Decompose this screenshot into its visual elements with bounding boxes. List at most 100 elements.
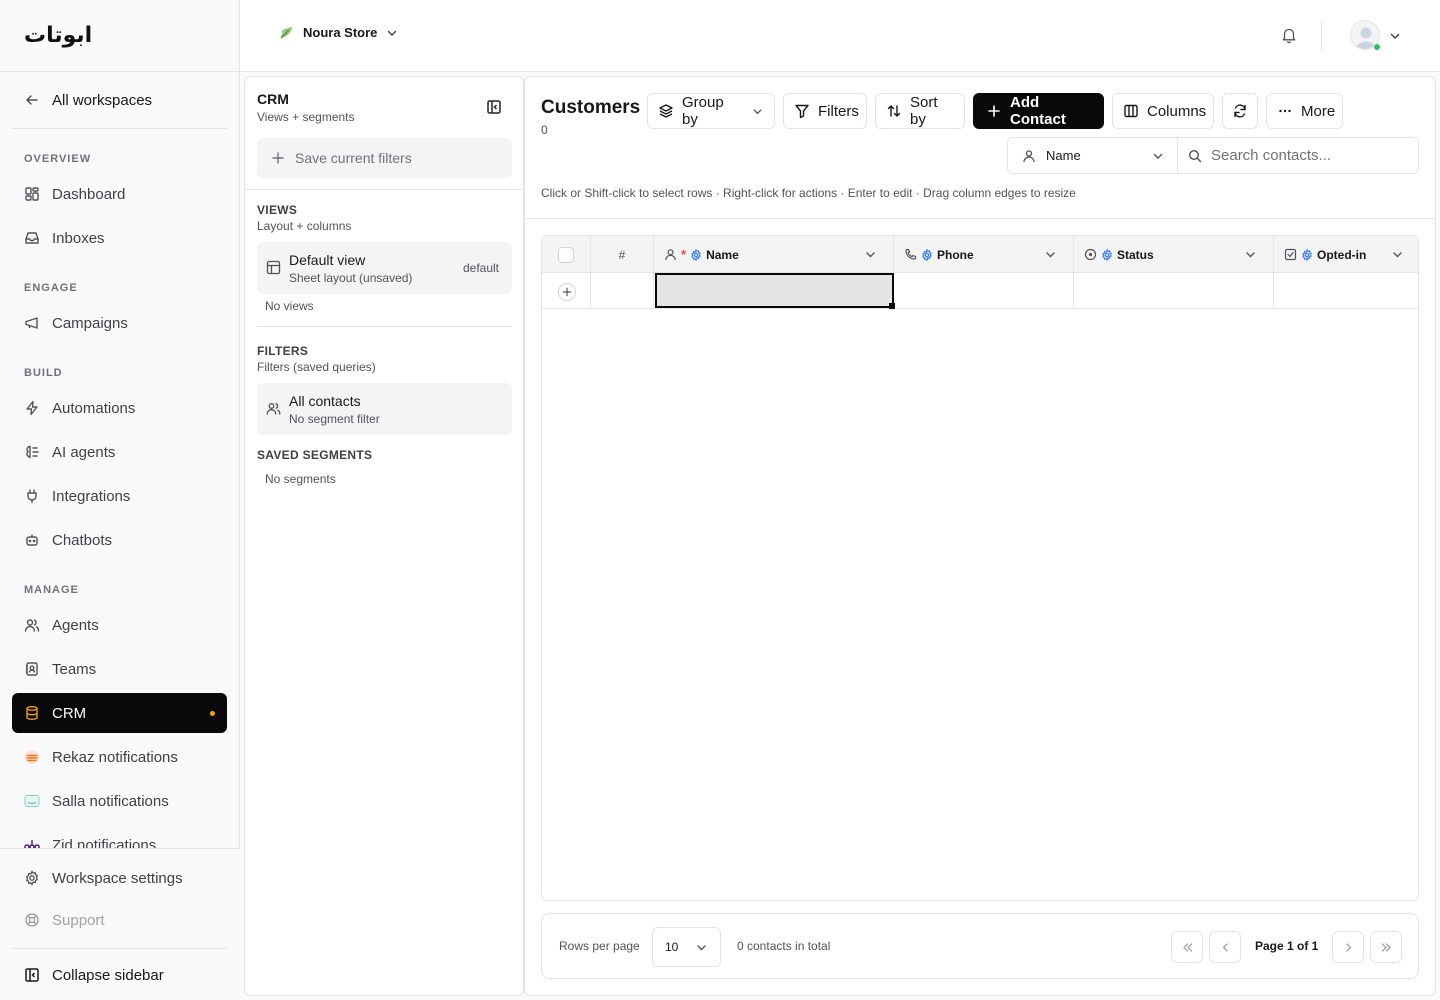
- sidebar-item-label: Inboxes: [52, 229, 105, 247]
- rows-per-page-select[interactable]: 10: [652, 927, 721, 967]
- customers-main: Customers 0 Group by Filters Sort by Add…: [524, 76, 1436, 996]
- search-field-select[interactable]: Name: [1008, 138, 1178, 173]
- sidebar-item-label: CRM: [52, 704, 87, 722]
- opted-in-cell[interactable]: [1274, 273, 1418, 309]
- sidebar-item-label: Integrations: [52, 487, 131, 505]
- selected-cell[interactable]: [655, 273, 895, 309]
- chevron-down-icon[interactable]: [1388, 29, 1402, 43]
- database-icon: [24, 705, 40, 721]
- sidebar-item-workspace-settings[interactable]: Workspace settings: [12, 858, 227, 898]
- next-page-button[interactable]: [1332, 931, 1364, 963]
- sidebar-item-label: AI agents: [52, 443, 116, 461]
- sidebar-item-rekaz[interactable]: Rekaz notifications: [12, 737, 227, 777]
- column-header-phone[interactable]: Phone: [894, 236, 1074, 273]
- column-header-label: Phone: [937, 247, 974, 262]
- group-by-label: Group by: [682, 94, 724, 128]
- users-icon: [266, 401, 281, 416]
- plug-icon: [24, 488, 40, 504]
- status-cell[interactable]: [1074, 273, 1274, 309]
- arrow-left-icon: [24, 92, 40, 108]
- total-contacts-text: 0 contacts in total: [737, 939, 831, 953]
- views-label: VIEWS: [257, 203, 298, 217]
- sidebar-item-inboxes[interactable]: Inboxes: [12, 218, 227, 258]
- sidebar-item-ai-agents[interactable]: AI agents: [12, 432, 227, 472]
- system-field-gear-icon: [921, 248, 933, 261]
- system-field-gear-icon: [1101, 248, 1113, 261]
- chevron-down-icon[interactable]: [1044, 248, 1057, 261]
- column-header-status[interactable]: Status: [1074, 236, 1274, 273]
- add-row-button[interactable]: [558, 283, 576, 301]
- divider: [1321, 22, 1322, 50]
- sidebar-item-label: Automations: [52, 399, 136, 417]
- bot-icon: [24, 532, 40, 548]
- filter-card-all-contacts[interactable]: All contacts No segment filter: [257, 383, 512, 435]
- phone-cell[interactable]: [894, 273, 1074, 309]
- filters-label: FILTERS: [257, 344, 309, 358]
- save-current-filters-button[interactable]: Save current filters: [257, 138, 512, 178]
- all-workspaces-link[interactable]: All workspaces: [12, 80, 227, 120]
- search-input[interactable]: [1211, 147, 1411, 164]
- chevrons-right-icon: [1380, 941, 1393, 954]
- sidebar-item-chatbots[interactable]: Chatbots: [12, 520, 227, 560]
- sidebar-item-teams[interactable]: Teams: [12, 649, 227, 689]
- last-page-button[interactable]: [1370, 931, 1402, 963]
- sidebar-item-dashboard[interactable]: Dashboard: [12, 174, 227, 214]
- view-card-default[interactable]: Default view Sheet layout (unsaved) defa…: [257, 242, 512, 294]
- page-title: Customers: [541, 97, 641, 118]
- panel-left-close-icon: [24, 967, 40, 983]
- chevron-down-icon: [385, 26, 399, 40]
- online-status-dot: [1373, 43, 1381, 51]
- contacts-grid: # * Name Phone Status Opted-in: [541, 235, 1419, 901]
- store-switcher[interactable]: Noura Store: [278, 24, 399, 41]
- chevron-right-icon: [1342, 941, 1355, 954]
- chevron-down-icon[interactable]: [1391, 248, 1404, 261]
- active-indicator-dot: [210, 711, 215, 716]
- columns-button[interactable]: Columns: [1112, 93, 1214, 129]
- column-header-label: Status: [1117, 247, 1154, 262]
- search-input-wrapper: [1178, 138, 1418, 173]
- sidebar-item-integrations[interactable]: Integrations: [12, 476, 227, 516]
- brand-logo-text: ابوتات: [24, 22, 93, 48]
- collapse-sidebar-button[interactable]: Collapse sidebar: [12, 955, 227, 995]
- first-page-button[interactable]: [1171, 931, 1203, 963]
- sidebar-item-automations[interactable]: Automations: [12, 388, 227, 428]
- bell-icon[interactable]: [1280, 26, 1298, 44]
- page-info: Page 1 of 1: [1255, 939, 1319, 953]
- sidebar-item-campaigns[interactable]: Campaigns: [12, 303, 227, 343]
- column-header-opted-in[interactable]: Opted-in: [1274, 236, 1418, 273]
- select-all-checkbox[interactable]: [558, 246, 574, 263]
- filters-button[interactable]: Filters: [783, 93, 867, 129]
- add-contact-button[interactable]: Add Contact: [973, 93, 1104, 129]
- sidebar-item-label: Rekaz notifications: [52, 748, 178, 766]
- refresh-button[interactable]: [1222, 93, 1258, 129]
- checkbox-square-icon: [1284, 248, 1297, 261]
- divider: [12, 128, 227, 129]
- chevron-down-icon: [751, 105, 764, 118]
- brand-logo[interactable]: ابوتات: [24, 22, 92, 48]
- sort-by-button[interactable]: Sort by: [875, 93, 965, 129]
- filter-icon: [794, 103, 810, 119]
- sort-arrows-icon: [886, 103, 902, 119]
- users-icon: [24, 617, 40, 633]
- sidebar-item-salla[interactable]: Salla notifications: [12, 781, 227, 821]
- chevron-down-icon[interactable]: [864, 248, 877, 261]
- panel-collapse-icon[interactable]: [486, 99, 502, 115]
- save-filters-label: Save current filters: [295, 150, 412, 166]
- group-by-button[interactable]: Group by: [647, 93, 775, 129]
- sidebar-item-zid[interactable]: Zid notifications: [12, 825, 227, 848]
- index-cell: [591, 273, 654, 309]
- previous-page-button[interactable]: [1209, 931, 1241, 963]
- crm-panel-subtitle: Views + segments: [257, 110, 355, 124]
- sidebar-item-support[interactable]: Support: [12, 900, 227, 940]
- sidebar-item-agents[interactable]: Agents: [12, 605, 227, 645]
- sidebar-item-label: Workspace settings: [52, 869, 183, 887]
- column-header-name[interactable]: * Name: [654, 236, 894, 273]
- fill-handle[interactable]: [889, 303, 895, 309]
- chevron-down-icon: [695, 941, 708, 954]
- chevron-down-icon[interactable]: [1244, 248, 1257, 261]
- all-workspaces-label: All workspaces: [52, 91, 153, 109]
- more-button[interactable]: More: [1266, 93, 1343, 129]
- rekaz-logo-icon: [24, 749, 40, 765]
- sidebar-item-crm[interactable]: CRM: [12, 693, 227, 733]
- system-field-gear-icon: [690, 248, 702, 261]
